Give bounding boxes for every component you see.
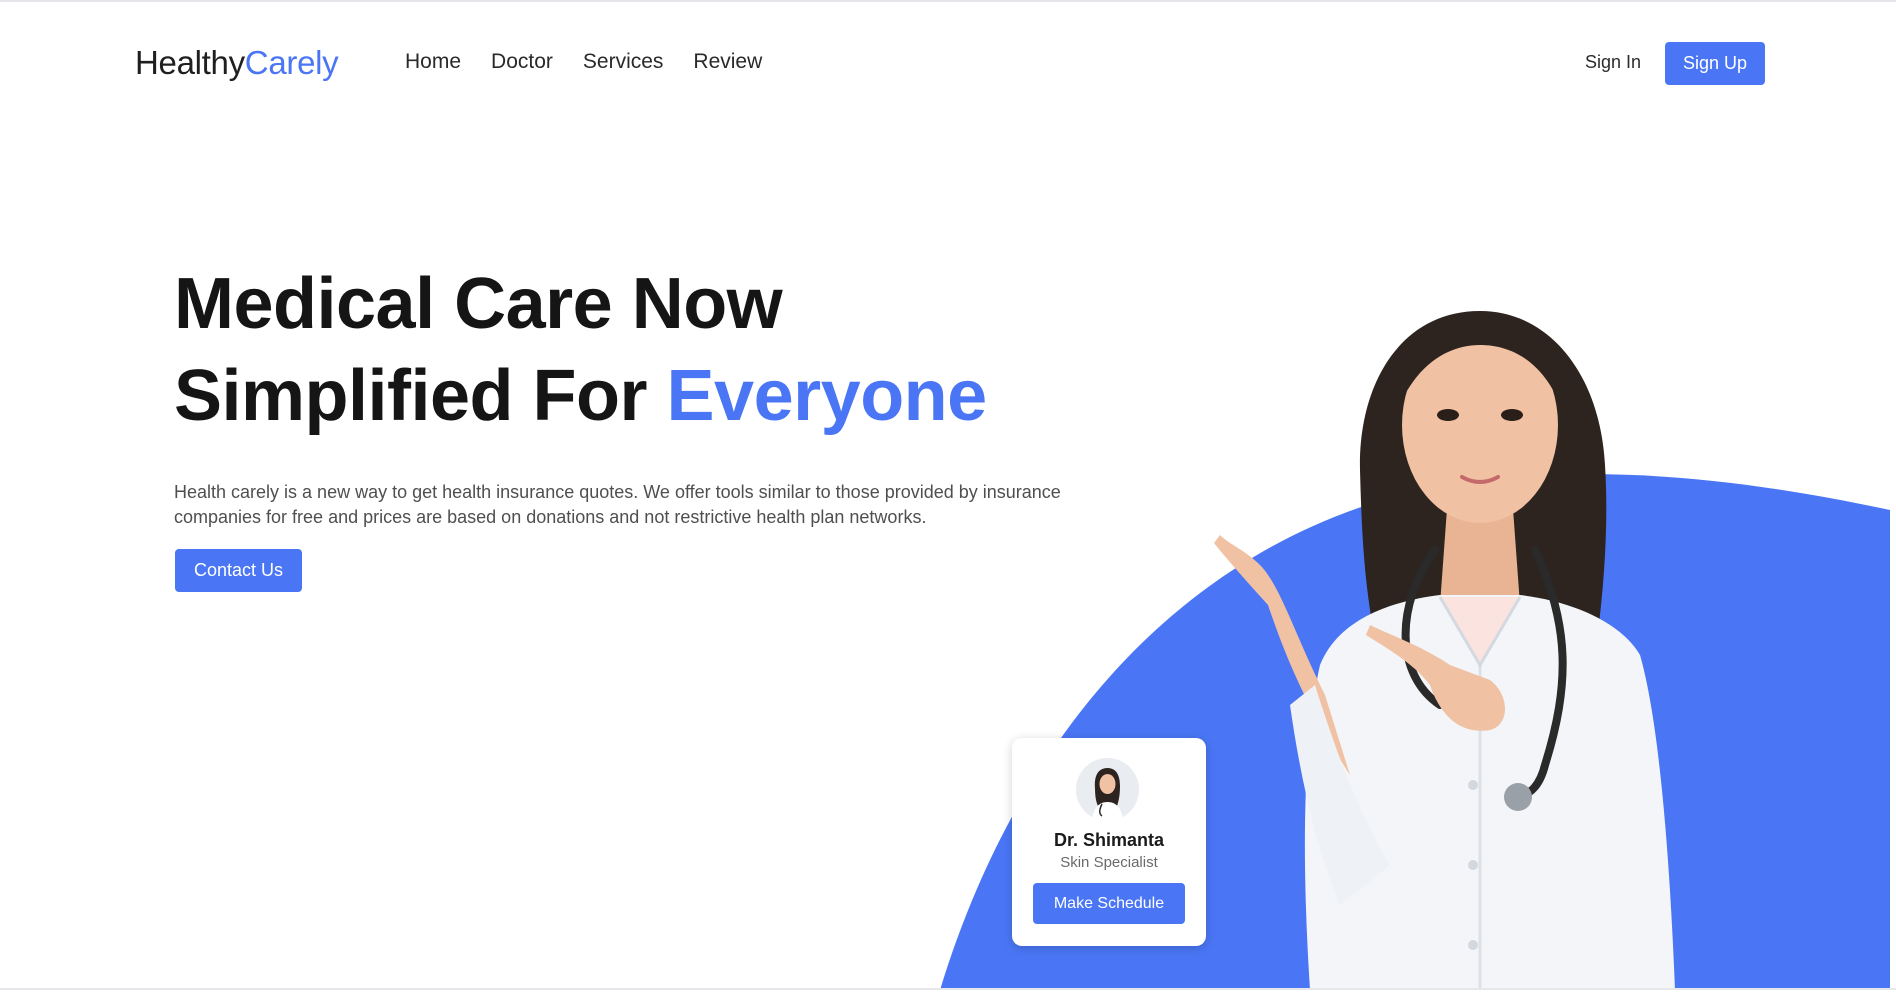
doctor-name: Dr. Shimanta: [1053, 830, 1165, 850]
landing-page: HealthyCarely Home Doctor Services Revie…: [0, 0, 1896, 992]
make-schedule-button[interactable]: Make Schedule: [1033, 883, 1185, 924]
hero-title-accent: Everyone: [666, 356, 988, 436]
hero-title-line2: Simplified For: [174, 356, 667, 436]
doctor-card: Dr. Shimanta Skin Specialist Make Schedu…: [1012, 738, 1206, 946]
hero-title-line1: Medical Care Now: [174, 264, 783, 344]
contact-us-button[interactable]: Contact Us: [175, 549, 302, 592]
bottom-border: [0, 988, 1896, 990]
doctor-avatar: [1076, 758, 1139, 821]
doctor-specialty: Skin Specialist: [1060, 854, 1158, 871]
hero-title: Medical Care Now Simplified For Everyone: [174, 258, 987, 442]
hero-description: Health carely is a new way to get health…: [174, 482, 1061, 527]
doctor-illustration: [1214, 311, 1675, 990]
